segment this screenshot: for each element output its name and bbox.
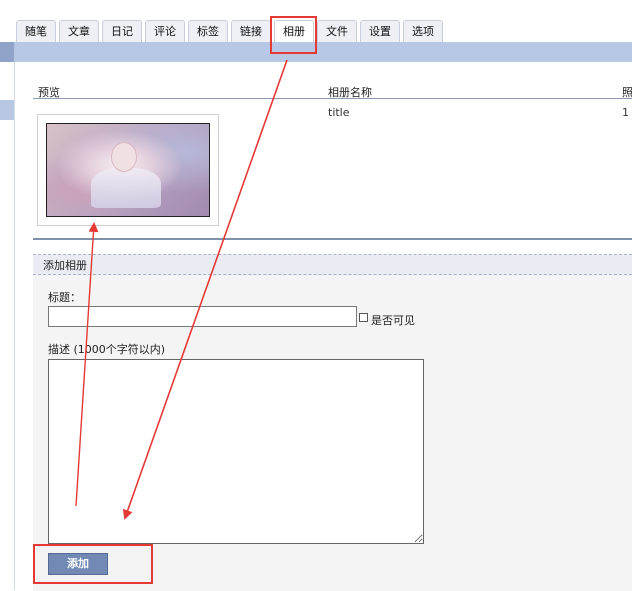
annotation-arrows <box>75 59 288 520</box>
arrow-button-to-preview <box>75 222 99 507</box>
arrow-tab-to-button <box>122 59 288 520</box>
